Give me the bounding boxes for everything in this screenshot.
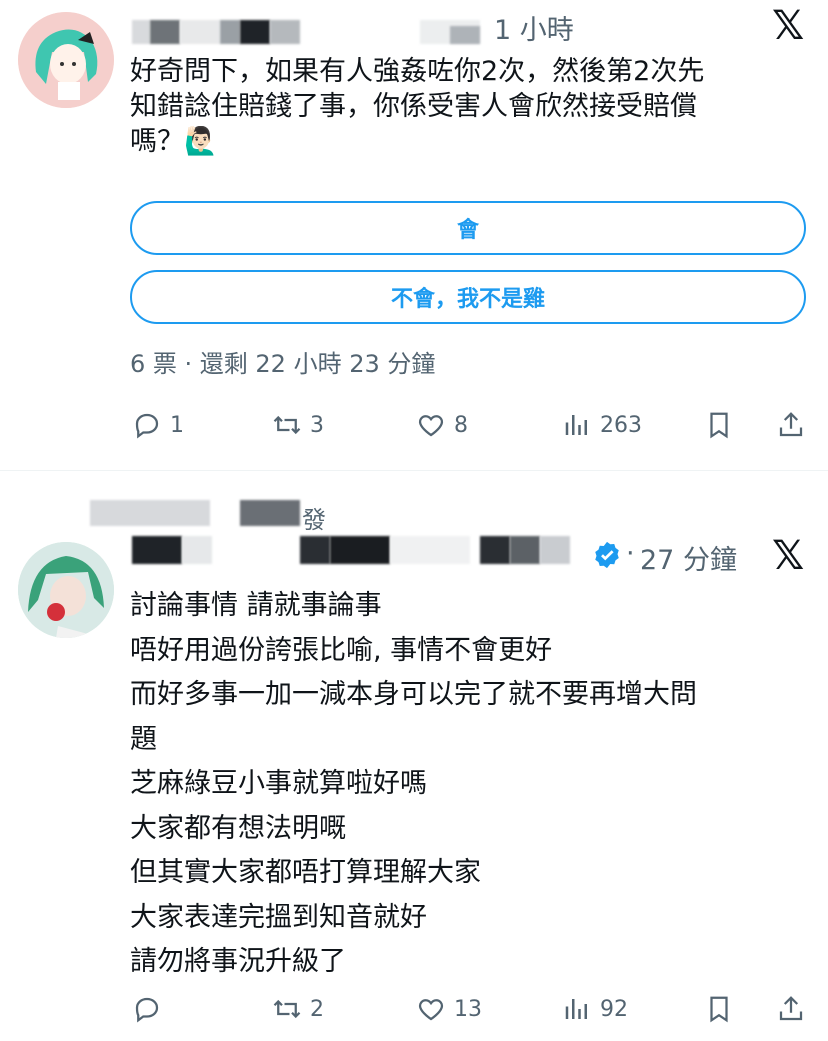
retweet-count: 2	[310, 996, 324, 1022]
redacted-context	[240, 500, 300, 526]
poll-option-1[interactable]: 會	[130, 201, 806, 255]
tweet-body: 好奇問下，如果有人強姦咗你2次，然後第2次先 知錯諗住賠錢了事，你係受害人會欣然…	[130, 54, 820, 159]
redacted-name	[150, 20, 180, 44]
redacted-name	[180, 20, 220, 44]
views-icon	[565, 415, 587, 435]
reply-count: 1	[170, 412, 184, 438]
redacted-handle	[480, 536, 510, 564]
redacted-name	[390, 536, 470, 564]
poll-status: 6 票 · 還剩 22 小時 23 分鐘	[130, 350, 436, 378]
tweet-line: 請勿將事況升級了	[130, 946, 346, 977]
retweet-count: 3	[310, 412, 324, 438]
like-button[interactable]: 13	[416, 994, 482, 1024]
tweet-line: 嗎？🙋🏻‍♂️	[130, 126, 218, 157]
redacted-name	[270, 20, 300, 44]
views-button[interactable]: 92	[562, 994, 628, 1024]
reply-icon	[135, 997, 159, 1023]
views-count: 263	[600, 412, 642, 438]
redacted-name	[182, 536, 212, 564]
x-logo-icon[interactable]: 𝕏	[772, 6, 804, 46]
heart-icon	[418, 999, 444, 1021]
reply-button[interactable]	[132, 994, 170, 1024]
like-count: 8	[454, 412, 468, 438]
bookmark-button[interactable]	[704, 994, 734, 1024]
reply-button[interactable]: 1	[132, 410, 184, 440]
anime-avatar-icon	[18, 542, 114, 638]
redacted-name	[330, 536, 390, 564]
redacted-handle	[450, 26, 480, 44]
tweet-line: 但其實大家都唔打算理解大家	[130, 857, 481, 888]
share-button[interactable]	[776, 410, 806, 440]
verified-badge-icon[interactable]	[592, 540, 622, 570]
tweet-divider	[0, 470, 828, 471]
redacted-name	[132, 20, 150, 44]
redacted-context	[90, 500, 210, 526]
anime-avatar-icon	[18, 12, 114, 108]
bookmark-icon	[710, 412, 728, 439]
dot-separator: ·	[626, 538, 635, 569]
context-fragment: 發	[302, 506, 326, 534]
poll-option-2[interactable]: 不會，我不是雞	[130, 270, 806, 324]
bookmark-icon	[710, 996, 728, 1023]
avatar[interactable]	[18, 542, 114, 638]
heart-icon	[418, 415, 444, 437]
tweet-line: 唔好用過份誇張比喻, 事情不會更好	[130, 634, 553, 666]
tweet-line: 好奇問下，如果有人強姦咗你2次，然後第2次先	[130, 56, 705, 87]
tweet-line: 討論事情 請就事論事	[130, 590, 382, 621]
share-button[interactable]	[776, 994, 806, 1024]
tweet-line: 而好多事一加一減本身可以完了就不要再增大問	[130, 679, 697, 710]
share-icon	[779, 996, 803, 1021]
bookmark-button[interactable]	[704, 410, 734, 440]
views-icon	[565, 999, 587, 1019]
x-logo-icon[interactable]: 𝕏	[772, 536, 804, 576]
tweet-line: 知錯諗住賠錢了事，你係受害人會欣然接受賠償	[130, 91, 697, 122]
like-button[interactable]: 8	[416, 410, 468, 440]
views-count: 92	[600, 996, 628, 1022]
avatar[interactable]	[18, 12, 114, 108]
retweet-icon	[273, 415, 301, 435]
views-button[interactable]: 263	[562, 410, 642, 440]
redacted-name	[132, 536, 182, 564]
redacted-handle	[510, 536, 540, 564]
tweet-time[interactable]: 27 分鐘	[640, 538, 737, 577]
redacted-handle	[540, 536, 570, 564]
redacted-name	[240, 20, 270, 44]
retweet-button[interactable]: 2	[272, 994, 324, 1024]
retweet-icon	[273, 999, 301, 1019]
redacted-name	[300, 536, 330, 564]
share-icon	[779, 412, 803, 437]
redacted-name	[220, 20, 240, 44]
tweet-line: 大家都有想法明嘅	[130, 812, 346, 844]
retweet-button[interactable]: 3	[272, 410, 324, 440]
tweet-line: 題	[130, 723, 157, 755]
like-count: 13	[454, 996, 482, 1022]
reply-icon	[135, 413, 159, 439]
tweet-time[interactable]: 1 小時	[494, 8, 574, 47]
tweet-line: 大家表達完搵到知音就好	[130, 901, 427, 933]
tweet-line: 芝麻綠豆小事就算啦好嗎	[130, 768, 427, 799]
tweet-body: 討論事情 請就事論事 唔好用過份誇張比喻, 事情不會更好 而好多事一加一減本身可…	[130, 584, 820, 985]
